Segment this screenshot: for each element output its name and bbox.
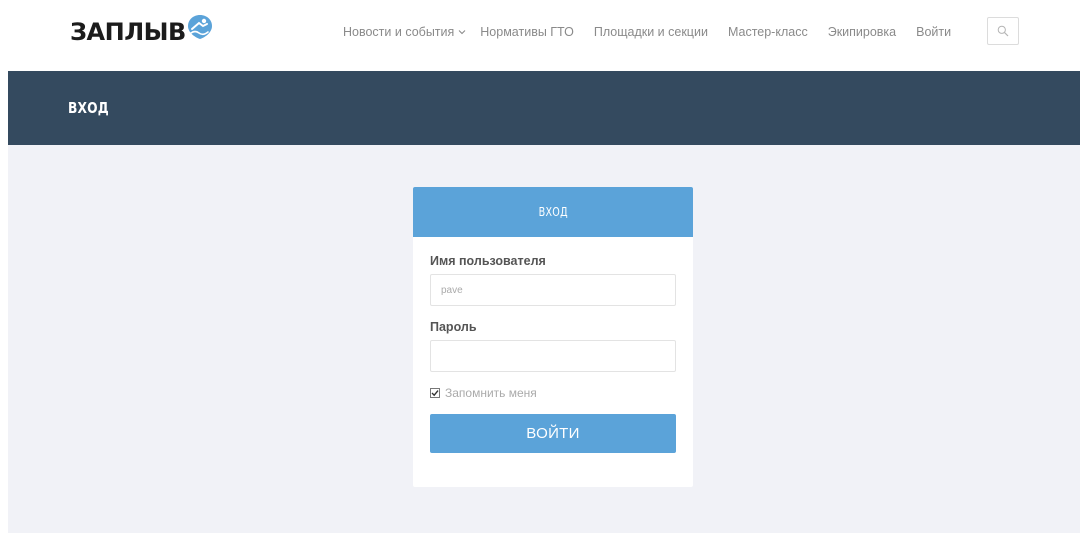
swimmer-badge-icon (187, 15, 212, 39)
login-button[interactable]: ВОЙТИ (430, 414, 676, 453)
username-label: Имя пользователя (430, 254, 546, 268)
logo-text: ЗАПЛЫВ (70, 18, 186, 46)
nav-item-label: Новости и события (343, 25, 455, 39)
login-form: ВХОД Имя пользователя Пароль Запомнить м… (413, 187, 693, 487)
chevron-down-icon (458, 30, 466, 35)
nav-item-label: Войти (916, 25, 952, 39)
search-icon (997, 25, 1009, 37)
site-header: ЗАПЛЫВ Новости и события Нормативы ГТО П… (0, 0, 1080, 71)
nav-item-master-class[interactable]: Мастер-класс (728, 25, 808, 39)
remember-me-toggle[interactable]: Запомнить меня (430, 386, 537, 400)
login-form-title: ВХОД (538, 205, 568, 219)
nav-item-label: Площадки и секции (593, 25, 708, 39)
nav-item-news[interactable]: Новости и события (343, 25, 466, 39)
nav-item-label: Нормативы ГТО (480, 25, 574, 39)
main-nav: Новости и события Нормативы ГТО Площадки… (343, 22, 951, 42)
password-label: Пароль (430, 320, 477, 334)
nav-item-equipment[interactable]: Экипировка (828, 25, 896, 39)
username-input[interactable] (430, 274, 676, 306)
site-logo[interactable]: ЗАПЛЫВ (70, 14, 213, 50)
remember-me-checkbox[interactable] (430, 388, 440, 398)
search-button[interactable] (987, 17, 1019, 45)
password-input[interactable] (430, 340, 676, 372)
page-title-bar: ВХОД (8, 71, 1080, 145)
remember-me-label: Запомнить меня (445, 386, 537, 400)
checkmark-icon (431, 390, 439, 397)
nav-item-venues[interactable]: Площадки и секции (594, 25, 708, 39)
page-title: ВХОД (68, 99, 109, 117)
nav-item-label: Экипировка (827, 25, 897, 39)
nav-item-login[interactable]: Войти (916, 25, 951, 39)
nav-item-gto-standards[interactable]: Нормативы ГТО (480, 25, 574, 39)
nav-item-label: Мастер-класс (727, 25, 808, 39)
login-form-header: ВХОД (413, 187, 693, 237)
